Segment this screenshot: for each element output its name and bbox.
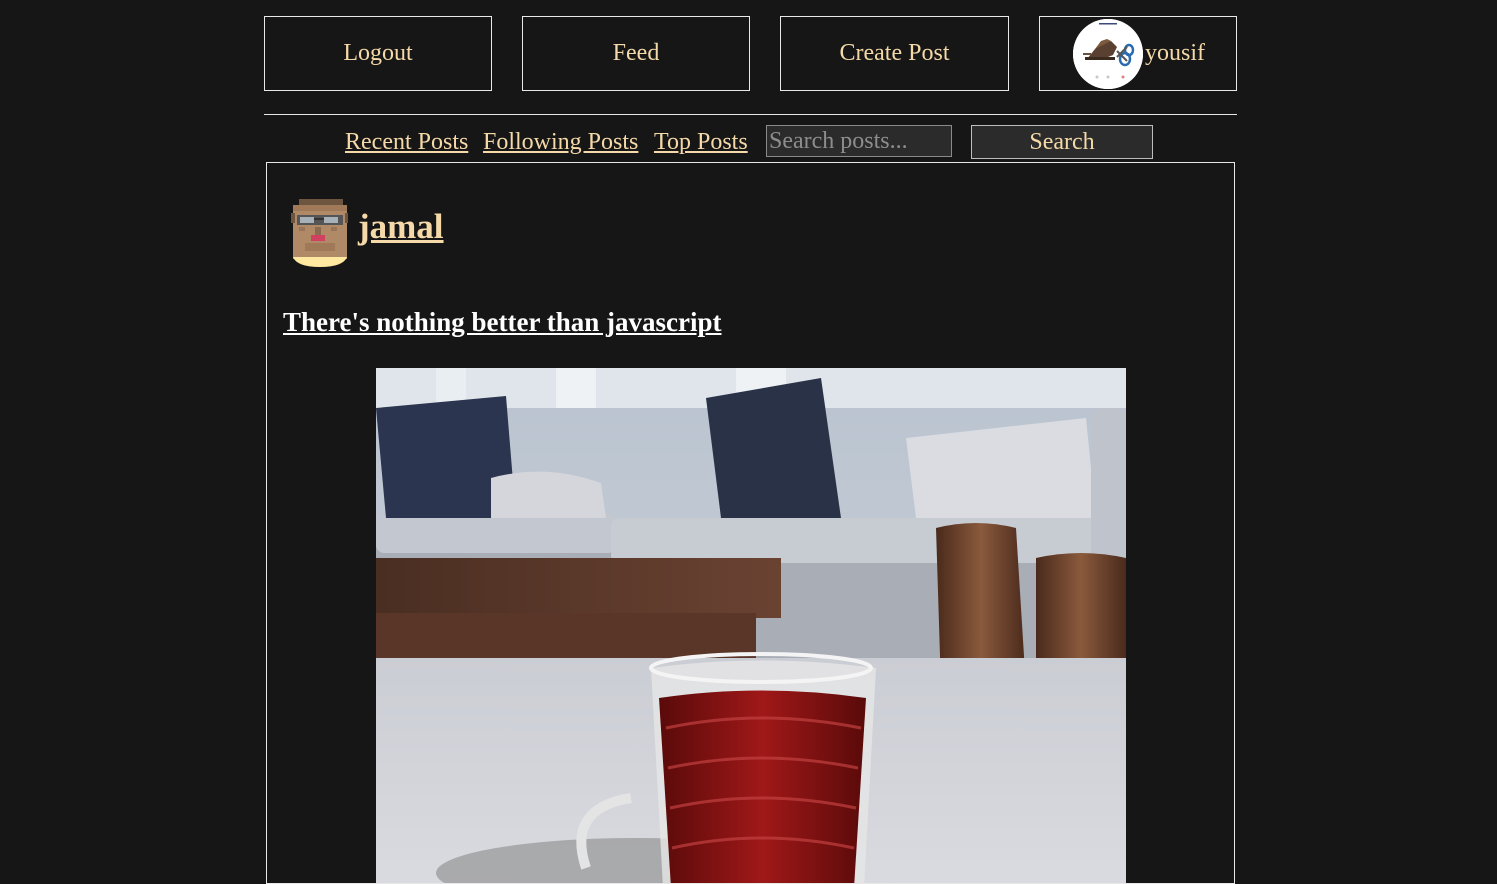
post-card: jamal There's nothing better than javasc… (266, 162, 1235, 884)
post-filter-bar: Recent Posts Following Posts Top Posts S… (264, 125, 1237, 159)
search-button-label: Search (1029, 128, 1095, 155)
profile-username: yousif (1145, 40, 1205, 66)
create-post-button[interactable]: Create Post (780, 16, 1009, 91)
author-avatar[interactable] (291, 199, 348, 267)
post-photo (376, 368, 1126, 883)
feed-label: Feed (612, 40, 660, 66)
recent-posts-link[interactable]: Recent Posts (345, 125, 468, 159)
create-post-label: Create Post (839, 40, 950, 66)
header-divider (264, 114, 1237, 115)
following-posts-link[interactable]: Following Posts (483, 125, 638, 159)
profile-avatar (1073, 19, 1143, 89)
search-button[interactable]: Search (971, 125, 1153, 159)
author-name-link[interactable]: jamal (358, 207, 444, 247)
profile-button[interactable]: yousif (1039, 16, 1237, 91)
logout-button[interactable]: Logout (264, 16, 492, 91)
post-image (376, 368, 1126, 883)
logout-label: Logout (343, 40, 413, 66)
post-title-link[interactable]: There's nothing better than javascript (283, 307, 722, 338)
top-navigation: Logout Feed Create Post yousif (264, 16, 1237, 91)
feed-button[interactable]: Feed (522, 16, 750, 91)
profile-avatar-image (1073, 19, 1143, 89)
search-input[interactable] (766, 125, 952, 157)
top-posts-link[interactable]: Top Posts (654, 125, 748, 159)
